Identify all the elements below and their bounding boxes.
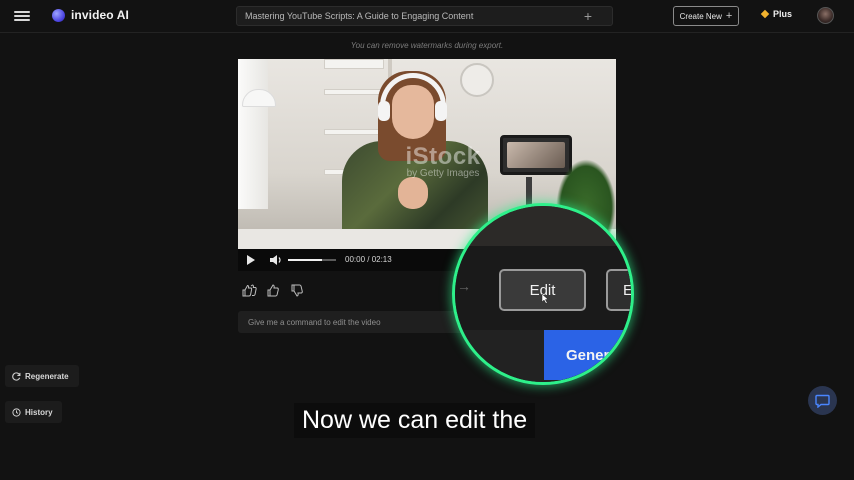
clock-icon	[460, 63, 494, 97]
project-title-field[interactable]: Mastering YouTube Scripts: A Guide to En…	[236, 6, 613, 26]
create-new-label: Create New	[679, 11, 722, 21]
invideo-logo-icon	[52, 8, 65, 22]
stock-watermark: iStock by Getty Images	[405, 143, 481, 179]
refresh-icon	[12, 371, 21, 381]
play-icon[interactable]	[247, 255, 255, 265]
volume-icon[interactable]	[269, 254, 283, 266]
chat-support-button[interactable]	[808, 386, 837, 415]
regenerate-label: Regenerate	[25, 371, 69, 381]
feedback-bar	[242, 284, 305, 297]
watermark-notice: You can remove watermarks during export.	[350, 41, 504, 50]
thumbs-up-icon[interactable]	[266, 284, 281, 297]
double-thumbs-up-icon[interactable]	[242, 284, 257, 297]
diamond-icon	[760, 9, 770, 19]
top-bar: invideo AI Mastering YouTube Scripts: A …	[0, 0, 854, 33]
arrow-right-icon: →	[457, 278, 471, 294]
hamburger-menu-icon[interactable]	[12, 8, 32, 24]
regenerate-button[interactable]: Regenerate	[5, 365, 79, 387]
chat-bubble-icon	[815, 394, 830, 408]
generate-button-zoomed[interactable]: Gener	[544, 330, 631, 380]
command-placeholder: Give me a command to edit the video	[248, 317, 381, 327]
plan-badge[interactable]: Plus	[760, 9, 793, 19]
add-icon[interactable]: +	[584, 8, 592, 24]
pointer-cursor-icon	[541, 294, 549, 304]
project-title: Mastering YouTube Scripts: A Guide to En…	[245, 11, 474, 21]
history-label: History	[25, 407, 53, 417]
volume-slider[interactable]	[288, 259, 336, 261]
plus-icon: +	[725, 10, 733, 22]
edit-button-zoomed[interactable]: Edit	[499, 269, 586, 311]
subtitle-caption: Now we can edit the	[294, 403, 536, 438]
zoom-magnifier: → Edit E Gener	[452, 203, 634, 385]
history-button[interactable]: History	[5, 401, 62, 423]
create-new-button[interactable]: Create New +	[673, 6, 739, 26]
app-name: invideo AI	[71, 8, 129, 22]
volume-slider-fill	[288, 259, 322, 261]
thumbs-down-icon[interactable]	[290, 284, 305, 297]
edit-label-partial: E	[623, 281, 634, 299]
generate-label: Gener	[566, 346, 610, 364]
command-input[interactable]: Give me a command to edit the video	[238, 311, 490, 333]
second-edit-button-zoomed[interactable]: E	[606, 269, 634, 311]
time-display: 00:00 / 02:13	[345, 255, 392, 264]
plan-label: Plus	[773, 9, 793, 19]
app-logo[interactable]: invideo AI	[52, 8, 129, 22]
clock-icon	[12, 407, 21, 417]
user-avatar[interactable]	[817, 7, 834, 24]
